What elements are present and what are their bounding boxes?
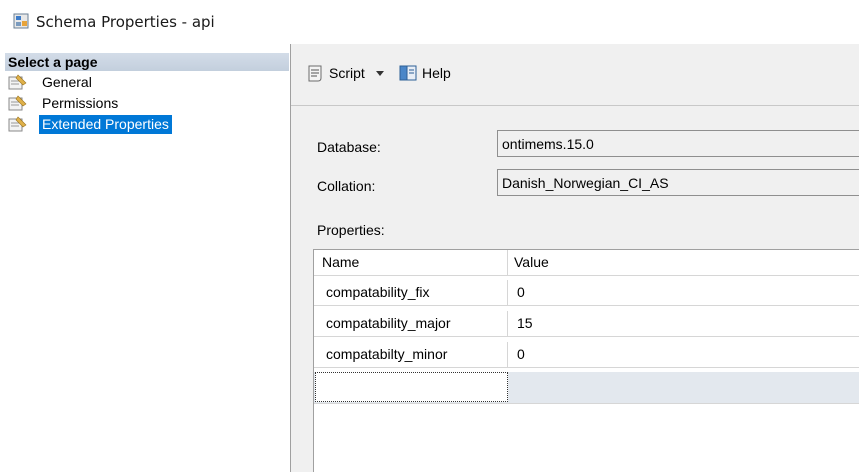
script-button-label: Script	[329, 65, 365, 81]
column-header-value[interactable]: Value	[508, 250, 859, 275]
table-row[interactable]: compatability_major 15	[314, 311, 859, 337]
page-item-general[interactable]: General	[8, 72, 95, 92]
new-property-name-cell[interactable]	[315, 372, 508, 402]
table-row[interactable]: compatability_fix 0	[314, 280, 859, 306]
page-item-label: Permissions	[42, 94, 119, 111]
dropdown-arrow-icon	[376, 71, 384, 76]
table-row[interactable]: compatabilty_minor 0	[314, 342, 859, 368]
page-item-extended-properties[interactable]: Extended Properties	[8, 114, 172, 134]
script-button[interactable]: Script	[305, 62, 365, 84]
collation-label: Collation:	[317, 178, 376, 194]
schema-properties-icon	[13, 13, 29, 29]
property-name-cell[interactable]: compatability_major	[314, 311, 508, 336]
new-property-row[interactable]	[314, 372, 859, 404]
column-header-name[interactable]: Name	[314, 250, 508, 275]
page-item-label: Extended Properties	[39, 114, 172, 134]
page-icon	[8, 95, 27, 111]
properties-grid[interactable]: Name Value compatability_fix 0 compatabi…	[313, 249, 859, 472]
window-titlebar: Schema Properties - api	[0, 0, 859, 44]
database-label: Database:	[317, 139, 381, 155]
window-title: Schema Properties - api	[36, 13, 215, 31]
property-name-cell[interactable]: compatability_fix	[314, 280, 508, 305]
property-value-cell[interactable]: 0	[508, 280, 859, 305]
script-dropdown-button[interactable]	[375, 62, 385, 84]
select-page-header: Select a page	[5, 53, 289, 71]
page-item-label: General	[42, 73, 92, 90]
page-icon	[8, 116, 27, 132]
property-name-cell[interactable]: compatabilty_minor	[314, 342, 508, 367]
properties-label: Properties:	[317, 222, 385, 238]
help-icon	[399, 65, 417, 81]
property-value-cell[interactable]: 0	[508, 342, 859, 367]
database-field: ontimems.15.0	[497, 130, 859, 157]
select-page-pane: Select a page General Permissions Extend…	[0, 44, 291, 472]
properties-pane: Script Help Database: ontimems.15.0 Coll…	[291, 44, 859, 472]
help-button[interactable]: Help	[398, 62, 451, 84]
collation-field: Danish_Norwegian_CI_AS	[497, 169, 859, 196]
page-icon	[8, 74, 27, 90]
toolbar: Script Help	[291, 44, 859, 106]
grid-header-row: Name Value	[314, 250, 859, 276]
help-button-label: Help	[422, 65, 451, 81]
page-item-permissions[interactable]: Permissions	[8, 93, 121, 113]
script-icon	[308, 65, 322, 82]
new-property-value-cell[interactable]	[508, 372, 859, 397]
property-value-cell[interactable]: 15	[508, 311, 859, 336]
